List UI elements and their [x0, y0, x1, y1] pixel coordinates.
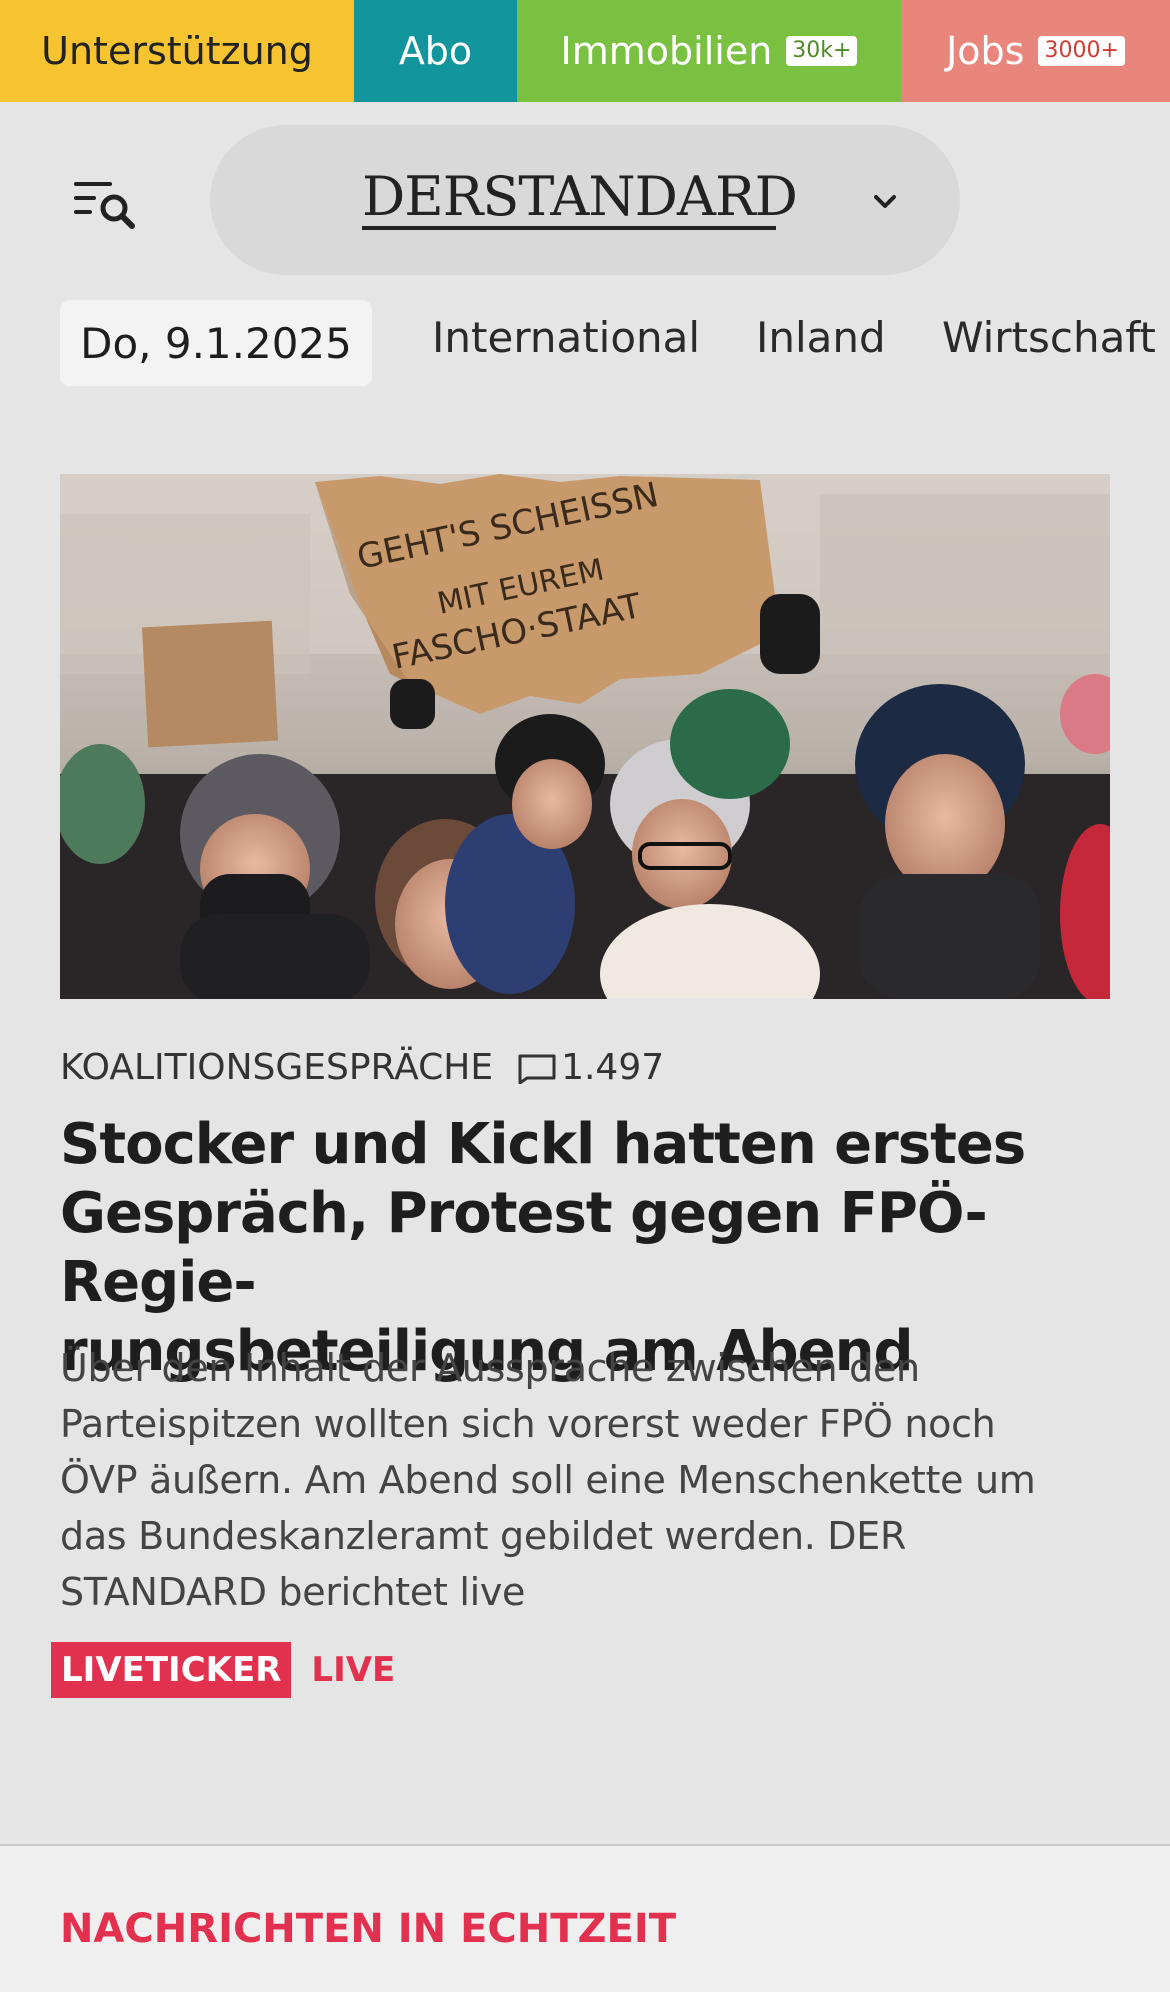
date-label: Do, 9.1.2025 — [80, 318, 352, 368]
liveticker-badge: LIVETICKER — [51, 1642, 292, 1698]
teaser-line: Über den Inhalt der Aussprache zwischen … — [60, 1346, 920, 1390]
brand-dropdown[interactable] — [868, 187, 902, 217]
live-label: LIVE — [311, 1650, 396, 1690]
date-chip[interactable]: Do, 9.1.2025 — [60, 300, 372, 386]
nav-item-international[interactable]: International — [432, 313, 700, 362]
logo[interactable]: DERSTANDARD — [362, 165, 798, 228]
teaser-line: das Bundeskanzleramt gebildet werden. DE… — [60, 1514, 907, 1558]
teaser-line: STANDARD berichtet live — [60, 1570, 526, 1614]
live-badges: LIVETICKER LIVE — [51, 1642, 395, 1698]
jobs-label: Jobs — [946, 29, 1025, 73]
service-bar: Unterstützung Abo Immobilien 30k+ Jobs 3… — [0, 0, 1170, 102]
jobs-count-badge: 3000+ — [1038, 36, 1125, 66]
immobilien-tab[interactable]: Immobilien 30k+ — [517, 0, 901, 102]
chevron-down-icon — [874, 195, 896, 208]
article-kicker[interactable]: KOALITIONSGESPRÄCHE — [60, 1047, 493, 1088]
jobs-tab[interactable]: Jobs 3000+ — [901, 0, 1170, 102]
logo-underline — [362, 226, 776, 230]
abo-tab[interactable]: Abo — [354, 0, 517, 102]
headline-line: Stocker und Kickl hatten erstes — [60, 1112, 1026, 1177]
immobilien-count-badge: 30k+ — [786, 36, 858, 66]
nav-item-wirtschaft[interactable]: Wirtschaft — [942, 313, 1156, 362]
protest-photo: GEHT'S SCHEISSN MIT EUREM FASCHO·STAAT — [60, 474, 1110, 999]
section-title[interactable]: NACHRICHTEN IN ECHTZEIT — [60, 1906, 676, 1952]
immobilien-label: Immobilien — [560, 29, 773, 73]
support-tab[interactable]: Unterstützung — [0, 0, 354, 102]
comment-count[interactable]: 1.497 — [561, 1047, 664, 1088]
support-label: Unterstützung — [41, 29, 313, 73]
teaser-line: Parteispitzen wollten sich vorerst weder… — [60, 1402, 996, 1446]
article-meta: KOALITIONSGESPRÄCHE 1.497 — [60, 1045, 664, 1089]
article-teaser[interactable]: Über den Inhalt der Aussprache zwischen … — [60, 1340, 1140, 1620]
nav-item-inland[interactable]: Inland — [756, 313, 886, 362]
teaser-line: ÖVP äußern. Am Abend soll eine Menschenk… — [60, 1458, 1036, 1502]
menu-search-button[interactable] — [62, 168, 142, 238]
headline-line: Gespräch, Protest gegen FPÖ-Regie- — [60, 1181, 988, 1315]
abo-label: Abo — [398, 29, 473, 73]
article-image[interactable]: GEHT'S SCHEISSN MIT EUREM FASCHO·STAAT — [60, 474, 1110, 999]
comment-icon[interactable] — [517, 1050, 557, 1084]
menu-search-icon — [74, 182, 135, 229]
